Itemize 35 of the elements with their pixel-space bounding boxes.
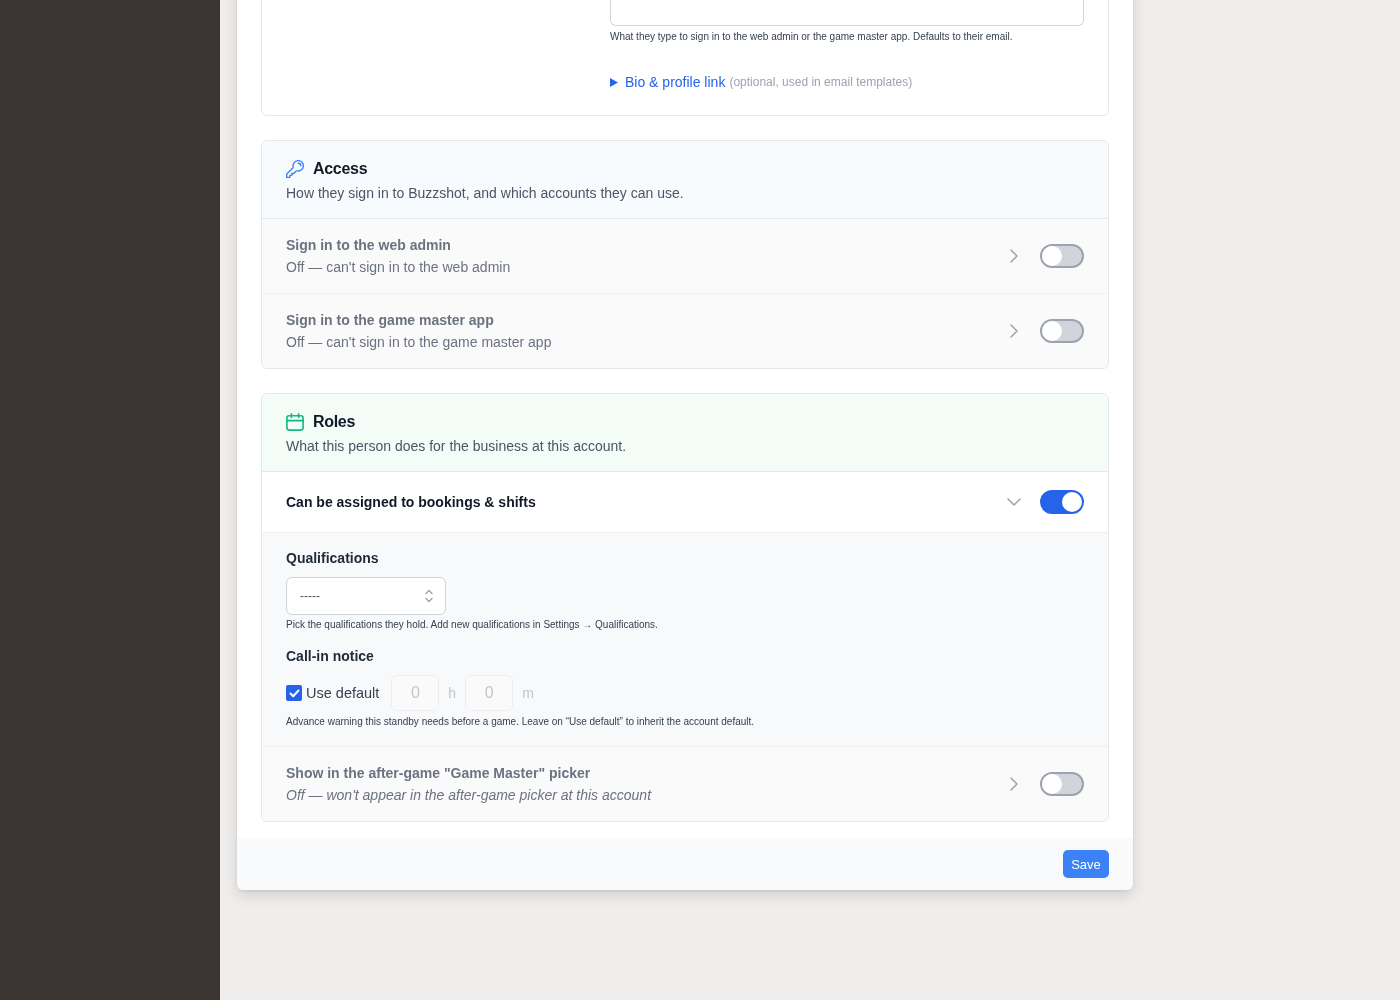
caret-right-icon[interactable] [610, 77, 618, 87]
chevron-down-icon[interactable] [1007, 498, 1021, 506]
toggle-switch[interactable] [1040, 319, 1084, 343]
save-button[interactable]: Save [1063, 850, 1109, 878]
setting-title: Can be assigned to bookings & shifts [286, 493, 537, 512]
qualifications-select[interactable]: ----- [286, 577, 446, 615]
setting-title: Sign in to the web admin [286, 236, 452, 255]
section-description: What this person does for the business at this account. [286, 437, 628, 456]
field-label: Qualifications [286, 549, 380, 568]
up-down-chevron-icon [425, 589, 433, 603]
disclosure-link[interactable]: Bio & profile link [625, 74, 726, 90]
section-title: Access [313, 160, 368, 178]
setting-status: Off — can't sign in to the game master app [286, 333, 553, 352]
checkbox-label: Use default [306, 685, 380, 701]
setting-title: Show in the after-game "Game Master" picker [286, 764, 592, 783]
toggle-switch[interactable] [1040, 490, 1084, 514]
field-label: Call-in notice [286, 647, 375, 666]
help-text: Pick the qualifications they hold. Add new qualifications in Settings → Qualifications. [286, 618, 659, 632]
calendar-icon [286, 413, 304, 431]
optional-note: (optional, used in email templates) [729, 75, 913, 89]
chevron-right-icon[interactable] [1010, 249, 1018, 263]
toggle-switch[interactable] [1040, 772, 1084, 796]
use-default-checkbox[interactable] [286, 685, 302, 701]
toggle-switch[interactable] [1040, 244, 1084, 268]
setting-status: Off — can't sign in to the web admin [286, 258, 512, 277]
key-icon [286, 160, 304, 178]
help-text: What they type to sign in to the web admin or the game master app. Defaults to their email. [610, 30, 1014, 44]
section-description: How they sign in to Buzzshot, and which accounts they can use. [286, 184, 685, 203]
help-text: Advance warning this standby needs before a game. Leave on “Use default” to inherit the account default. [286, 715, 756, 729]
section-title: Roles [313, 413, 356, 431]
setting-status: Off — won't appear in the after-game picker at this account [286, 786, 653, 805]
chevron-right-icon[interactable] [1010, 324, 1018, 338]
input-field[interactable] [610, 0, 1084, 26]
setting-title: Sign in to the game master app [286, 311, 495, 330]
chevron-right-icon[interactable] [1010, 777, 1018, 791]
